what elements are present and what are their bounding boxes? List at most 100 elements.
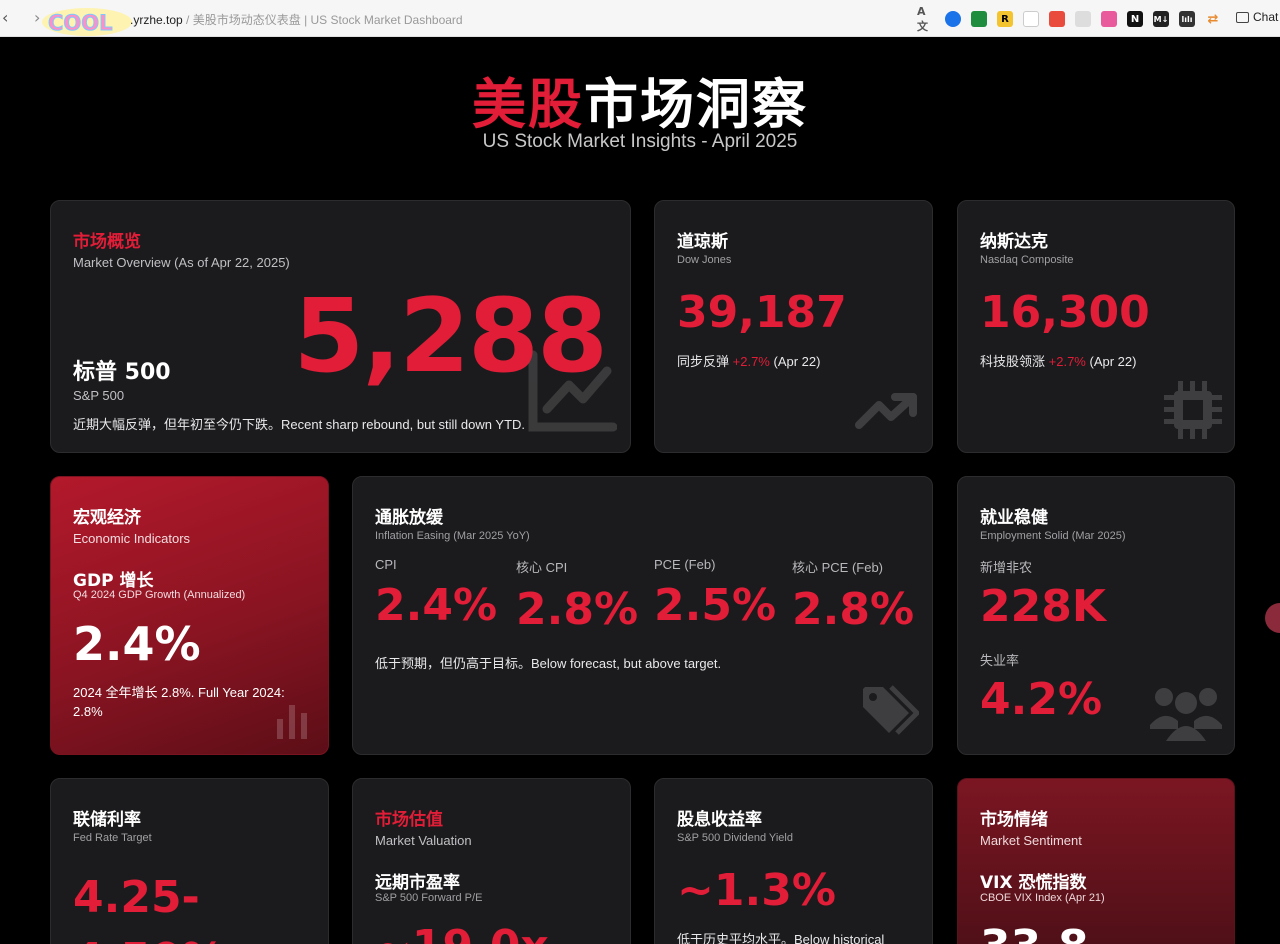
vix-value: 33.8 — [980, 921, 1089, 944]
sp500-label-en: S&P 500 — [73, 388, 125, 403]
extension-blue-icon[interactable] — [945, 11, 961, 27]
card-subtitle: Fed Rate Target — [73, 832, 152, 844]
dow-note-date: (Apr 22) — [773, 354, 821, 369]
extension-toolbar: A文 R N M↓ lılı ⇄ — [917, 5, 1231, 33]
metric-value: 2.4% — [375, 580, 498, 631]
gdp-value: 2.4% — [73, 617, 201, 671]
gdp-sublabel: Q4 2024 GDP Growth (Annualized) — [73, 589, 246, 601]
card-title: 纳斯达克 — [980, 232, 1048, 252]
unemployment-label: 失业率 — [980, 653, 1020, 668]
sp500-value: 5,288 — [293, 277, 608, 396]
sp500-label: 标普 500 — [73, 360, 171, 385]
extension-notion-icon[interactable]: N — [1127, 11, 1143, 27]
inflation-card: 通胀放缓 Inflation Easing (Mar 2025 YoY) CPI… — [352, 476, 933, 755]
dividend-value: ~1.3% — [677, 865, 836, 916]
page-subtitle: US Stock Market Insights - April 2025 — [482, 131, 798, 152]
nasdaq-card: 纳斯达克 Nasdaq Composite 16,300 科技股领涨 +2.7%… — [957, 200, 1235, 453]
card-title: 股息收益率 — [677, 810, 762, 830]
trending-up-icon — [855, 393, 917, 429]
extension-arrows-icon[interactable]: ⇄ — [1205, 11, 1221, 27]
nasdaq-note-prefix: 科技股领涨 — [980, 354, 1046, 369]
page-title-red: 美股 — [472, 73, 584, 136]
gdp-note: 2024 全年增长 2.8%. Full Year 2024: 2.8% — [73, 683, 285, 721]
nfp-value: 228K — [980, 581, 1106, 632]
cool-logo-text: COOL — [48, 11, 113, 35]
extension-markdown-icon[interactable]: M↓ — [1153, 11, 1169, 27]
inflation-metric-pce: PCE (Feb) 2.5% — [654, 557, 776, 631]
translate-icon[interactable]: A文 — [917, 5, 935, 33]
page-title-in-url: 美股市场动态仪表盘 | US Stock Market Dashboard — [192, 13, 463, 27]
extension-red-icon[interactable] — [1049, 11, 1065, 27]
chat-label: Chat — [1253, 10, 1279, 24]
metric-label: CPI — [375, 557, 397, 572]
nasdaq-note: 科技股领涨 +2.7% (Apr 22) — [980, 351, 1136, 370]
metric-label: 核心 CPI — [516, 560, 568, 575]
page-title-white: 市场洞察 — [584, 73, 808, 136]
card-title: 市场概览 — [73, 232, 141, 252]
card-subtitle: Inflation Easing (Mar 2025 YoY) — [375, 530, 530, 542]
url-domain: .yrzhe.top — [130, 13, 183, 27]
market-sentiment-card: 市场情绪 Market Sentiment VIX 恐慌指数 CBOE VIX … — [957, 778, 1235, 944]
metric-value: 2.8% — [516, 584, 639, 635]
back-arrow-icon[interactable]: ‹ — [2, 9, 16, 27]
metric-label: 核心 PCE (Feb) — [792, 560, 884, 575]
address-bar[interactable]: .yrzhe.top / 美股市场动态仪表盘 | US Stock Market… — [130, 11, 463, 28]
extension-pink-icon[interactable] — [1101, 11, 1117, 27]
fed-rate-card: 联储利率 Fed Rate Target 4.25- 4.50% — [50, 778, 329, 944]
metric-label: PCE (Feb) — [654, 557, 716, 572]
dow-note-prefix: 同步反弹 — [677, 354, 730, 369]
card-subtitle: Economic Indicators — [73, 531, 191, 546]
fed-rate-value: 4.25- 4.50% — [73, 867, 226, 944]
nasdaq-change: +2.7% — [1048, 354, 1086, 369]
extension-green-icon[interactable] — [971, 11, 987, 27]
employment-card: 就业稳健 Employment Solid (Mar 2025) 新增非农 22… — [957, 476, 1235, 755]
extension-audio-icon[interactable]: lılı — [1179, 11, 1195, 27]
economic-indicators-card: 宏观经济 Economic Indicators GDP 增长 Q4 2024 … — [50, 476, 329, 755]
dow-change: +2.7% — [732, 354, 770, 369]
nasdaq-value: 16,300 — [980, 287, 1150, 338]
sp500-note: 近期大幅反弹，但年初至今仍下跌。Recent sharp rebound, bu… — [73, 417, 526, 432]
fed-rate-value-line2: 4.50% — [73, 929, 226, 944]
card-title: 宏观经济 — [73, 508, 141, 528]
card-title: 通胀放缓 — [375, 508, 443, 528]
vix-sublabel: CBOE VIX Index (Apr 21) — [980, 892, 1105, 904]
gdp-note-line1: 2024 全年增长 2.8%. Full Year 2024: — [73, 685, 285, 700]
card-subtitle: Market Valuation — [375, 833, 472, 848]
fed-rate-value-line1: 4.25- — [73, 872, 200, 923]
floating-side-button[interactable] — [1265, 603, 1280, 633]
browser-toolbar: ‹ › COOL .yrzhe.top / 美股市场动态仪表盘 | US Sto… — [0, 0, 1280, 37]
nasdaq-note-date: (Apr 22) — [1089, 354, 1137, 369]
cool-logo-icon: COOL — [42, 8, 132, 36]
extension-doc-icon[interactable] — [1075, 11, 1091, 27]
url-separator: / — [186, 13, 190, 27]
inflation-metric-cpi: CPI 2.4% — [375, 557, 497, 631]
nfp-label: 新增非农 — [980, 560, 1033, 575]
market-valuation-card: 市场估值 Market Valuation 远期市盈率 S&P 500 Forw… — [352, 778, 631, 944]
pe-label: 远期市盈率 — [375, 873, 460, 893]
card-subtitle: Dow Jones — [677, 254, 732, 266]
users-group-icon — [1150, 688, 1222, 741]
card-title: 市场情绪 — [980, 810, 1048, 830]
extension-arc-icon[interactable] — [1023, 11, 1039, 27]
metric-value: 2.5% — [654, 580, 777, 631]
pe-value: ~19.0x — [375, 921, 549, 944]
card-subtitle: Nasdaq Composite — [980, 254, 1074, 266]
card-title: 联储利率 — [73, 810, 141, 830]
extension-r-icon[interactable]: R — [997, 11, 1013, 27]
unemployment-value: 4.2% — [980, 674, 1103, 725]
metric-value: 2.8% — [792, 584, 915, 635]
page-title: 美股市场洞察 — [0, 60, 1280, 139]
card-subtitle: Market Sentiment — [980, 833, 1082, 848]
vix-label: VIX 恐慌指数 — [980, 873, 1087, 893]
chat-button[interactable]: Chat — [1236, 10, 1278, 24]
market-overview-card: 市场概览 Market Overview (As of Apr 22, 2025… — [50, 200, 631, 453]
inflation-metric-core-pce: 核心 PCE (Feb) 2.8% — [792, 557, 914, 635]
card-title: 就业稳健 — [980, 508, 1048, 528]
tags-icon — [863, 685, 919, 735]
card-subtitle: Market Overview (As of Apr 22, 2025) — [73, 255, 290, 270]
card-subtitle: Employment Solid (Mar 2025) — [980, 530, 1126, 542]
dividend-note: 低于历史平均水平。Below historical — [677, 932, 885, 944]
inflation-note: 低于预期，但仍高于目标。Below forecast, but above ta… — [375, 656, 722, 671]
microchip-icon — [1164, 381, 1222, 439]
dow-value: 39,187 — [677, 287, 847, 338]
